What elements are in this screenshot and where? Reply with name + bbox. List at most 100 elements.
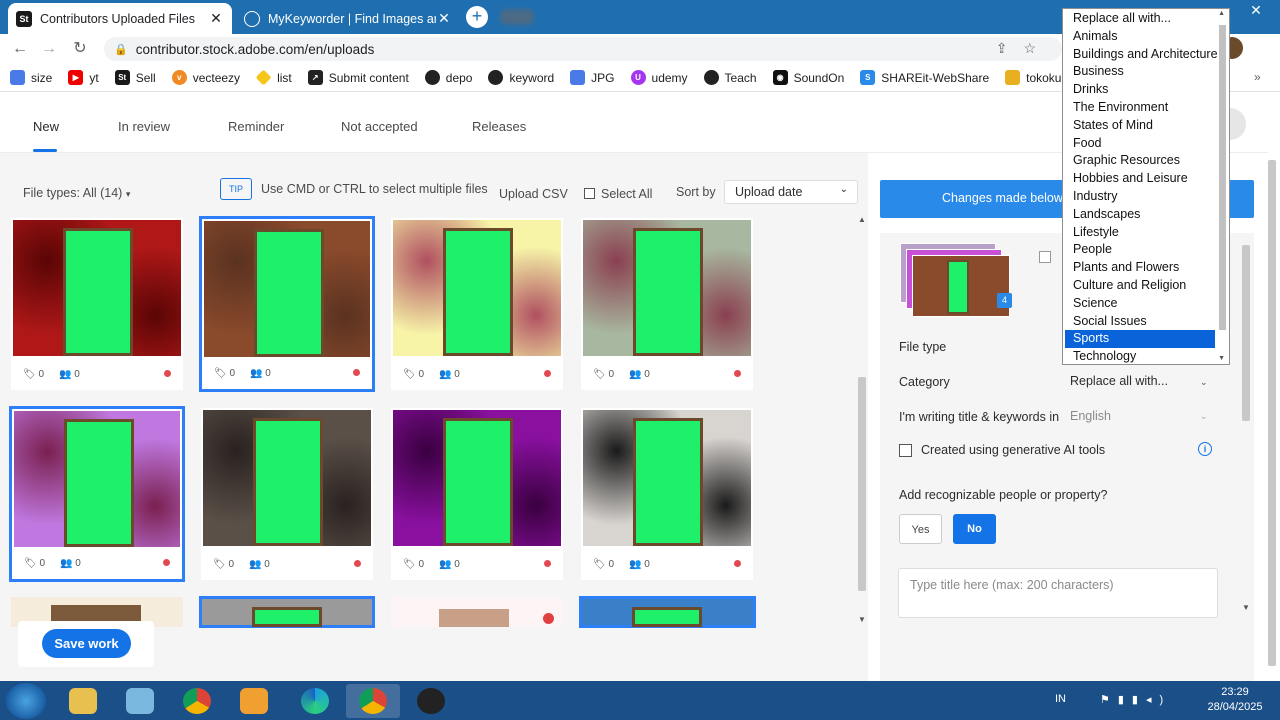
sort-select[interactable]: Upload date ⌄ bbox=[724, 180, 858, 204]
dropdown-option[interactable]: Culture and Religion bbox=[1065, 277, 1215, 295]
bookmark-list[interactable]: list bbox=[255, 69, 292, 86]
bookmark-jpg[interactable]: JPG bbox=[570, 70, 615, 85]
share-star-icons[interactable]: ⇪☆ bbox=[996, 40, 1052, 57]
dropdown-option[interactable]: Hobbies and Leisure bbox=[1065, 170, 1215, 188]
stack-checkbox[interactable] bbox=[1039, 251, 1051, 263]
tab-releases[interactable]: Releases bbox=[472, 119, 526, 134]
bookmark-teach[interactable]: Teach bbox=[703, 70, 757, 85]
bookmark-size[interactable]: size bbox=[10, 70, 52, 85]
bookmark-soundon[interactable]: ◉ SoundOn bbox=[772, 70, 844, 85]
bookmark-submit[interactable]: ↗ Submit content bbox=[307, 70, 409, 85]
file-types-filter[interactable]: File types: All (14) ▾ bbox=[23, 186, 130, 200]
back-arrow-icon[interactable]: ← bbox=[9, 38, 31, 60]
tab-new[interactable]: New bbox=[33, 119, 59, 134]
page-scrollbar[interactable] bbox=[1268, 160, 1276, 666]
bookmark-depo[interactable]: depo bbox=[424, 70, 472, 85]
bookmark-keyword[interactable]: keyword bbox=[488, 70, 554, 85]
no-button[interactable]: No bbox=[953, 514, 996, 544]
new-tab-button[interactable]: + bbox=[466, 6, 488, 28]
thumbnail-partial[interactable] bbox=[391, 597, 563, 627]
dropdown-option[interactable]: Sports bbox=[1065, 330, 1215, 349]
status-dot bbox=[734, 560, 741, 567]
scroll-up-icon[interactable]: ▲ bbox=[858, 215, 866, 224]
media-player-icon[interactable] bbox=[227, 684, 281, 718]
dropdown-option[interactable]: Lifestyle bbox=[1065, 224, 1215, 242]
edge-icon[interactable] bbox=[288, 684, 342, 718]
chrome-active-icon[interactable] bbox=[346, 684, 400, 718]
panel-scrollbar[interactable] bbox=[1242, 245, 1250, 421]
dropdown-option[interactable]: Graphic Resources bbox=[1065, 152, 1215, 170]
paint-icon[interactable] bbox=[113, 684, 167, 718]
dropdown-option[interactable]: Technology bbox=[1065, 348, 1215, 366]
ai-checkbox[interactable] bbox=[899, 444, 912, 457]
teach-icon bbox=[703, 70, 719, 85]
thumbnail-card[interactable]: 🏷 0 👥 0 bbox=[199, 216, 375, 392]
select-all-checkbox[interactable]: Select All bbox=[584, 187, 652, 201]
address-bar[interactable]: 🔒 contributor.stock.adobe.com/en/uploads… bbox=[104, 37, 1062, 61]
tip-badge: TIP bbox=[220, 178, 252, 200]
thumbnail-card[interactable]: 🏷 0 👥 0 bbox=[391, 408, 563, 580]
tab-mykeyworder[interactable]: MyKeyworder | Find Images and ✕ bbox=[236, 3, 460, 34]
start-button[interactable] bbox=[6, 683, 46, 719]
scroll-down-icon[interactable]: ▼ bbox=[1218, 355, 1225, 362]
dropdown-option[interactable]: Business bbox=[1065, 63, 1215, 81]
info-icon[interactable]: i bbox=[1198, 442, 1212, 456]
scroll-down-icon[interactable]: ▼ bbox=[1242, 603, 1250, 612]
dropdown-option[interactable]: States of Mind bbox=[1065, 117, 1215, 135]
more-bookmarks-icon[interactable]: » bbox=[1254, 70, 1261, 84]
selected-stack-preview[interactable]: 4 bbox=[900, 243, 1012, 317]
grid-scrollbar[interactable] bbox=[858, 377, 866, 591]
category-select[interactable]: Replace all with... bbox=[1070, 374, 1168, 388]
upload-csv-link[interactable]: Upload CSV bbox=[499, 187, 568, 201]
dropdown-option[interactable]: People bbox=[1065, 241, 1215, 259]
tab-contributors[interactable]: St Contributors Uploaded Files ✕ bbox=[8, 3, 232, 34]
dropdown-option[interactable]: Industry bbox=[1065, 188, 1215, 206]
thumbnail-partial[interactable] bbox=[199, 596, 375, 628]
yes-button[interactable]: Yes bbox=[899, 514, 942, 544]
dropdown-option[interactable]: Food bbox=[1065, 135, 1215, 153]
tab-in-review[interactable]: In review bbox=[118, 119, 170, 134]
language-indicator[interactable]: IN bbox=[1055, 693, 1066, 705]
close-tab-icon[interactable]: ✕ bbox=[208, 10, 224, 27]
bookmark-udemy[interactable]: Uudemy bbox=[630, 70, 688, 85]
forward-arrow-icon[interactable]: → bbox=[38, 38, 60, 60]
dropdown-option[interactable]: Science bbox=[1065, 295, 1215, 313]
dropdown-option[interactable]: Plants and Flowers bbox=[1065, 259, 1215, 277]
dropdown-option[interactable]: Replace all with... bbox=[1065, 10, 1215, 28]
category-dropdown-list[interactable]: Replace all with... Animals Buildings and … bbox=[1062, 8, 1230, 365]
dropdown-option[interactable]: Drinks bbox=[1065, 81, 1215, 99]
dropdown-option[interactable]: Social Issues bbox=[1065, 313, 1215, 331]
dropdown-option[interactable]: Landscapes bbox=[1065, 206, 1215, 224]
clock[interactable]: 23:29 28/04/2025 bbox=[1200, 685, 1270, 715]
thumbnail-card[interactable]: 🏷 0 👥 0 bbox=[581, 218, 753, 390]
dropdown-option[interactable]: The Environment bbox=[1065, 99, 1215, 117]
thumbnail-partial[interactable] bbox=[579, 596, 756, 628]
scroll-down-icon[interactable]: ▼ bbox=[858, 615, 866, 624]
bookmark-vecteezy[interactable]: v vecteezy bbox=[171, 70, 240, 85]
obs-icon[interactable] bbox=[404, 684, 458, 718]
close-tab-icon[interactable]: ✕ bbox=[436, 10, 452, 27]
tray-icons[interactable]: ⚑▮▮◂) bbox=[1100, 693, 1171, 706]
dropdown-option[interactable]: Buildings and Architecture bbox=[1065, 46, 1218, 64]
language-select[interactable]: English bbox=[1070, 409, 1111, 423]
thumbnail-card[interactable]: 🏷 0 👥 0 bbox=[11, 218, 183, 390]
thumbnail-card[interactable]: 🏷 0 👥 0 bbox=[9, 406, 185, 582]
close-window-button[interactable]: ✕ bbox=[1236, 2, 1276, 24]
bookmark-yt[interactable]: ▶ yt bbox=[68, 70, 99, 85]
bookmark-tokoku[interactable]: tokoku bbox=[1005, 70, 1061, 85]
thumbnail-card[interactable]: 🏷 0 👥 0 bbox=[201, 408, 373, 580]
chrome-icon[interactable] bbox=[170, 684, 224, 718]
title-input[interactable]: Type title here (max: 200 characters) bbox=[898, 568, 1218, 618]
tab-not-accepted[interactable]: Not accepted bbox=[341, 119, 418, 134]
file-explorer-icon[interactable] bbox=[56, 684, 110, 718]
bookmark-shareit[interactable]: S SHAREit-WebShare bbox=[860, 70, 989, 85]
save-work-button[interactable]: Save work bbox=[42, 629, 131, 658]
dropdown-scroll-thumb[interactable] bbox=[1219, 25, 1226, 330]
bookmark-sell[interactable]: St Sell bbox=[114, 70, 156, 85]
dropdown-option[interactable]: Animals bbox=[1065, 28, 1215, 46]
thumbnail-card[interactable]: 🏷 0 👥 0 bbox=[581, 408, 753, 580]
tab-reminder[interactable]: Reminder bbox=[228, 119, 284, 134]
scroll-up-icon[interactable]: ▲ bbox=[1218, 10, 1225, 17]
thumbnail-card[interactable]: 🏷 0 👥 0 bbox=[391, 218, 563, 390]
reload-icon[interactable]: ↻ bbox=[69, 38, 91, 60]
